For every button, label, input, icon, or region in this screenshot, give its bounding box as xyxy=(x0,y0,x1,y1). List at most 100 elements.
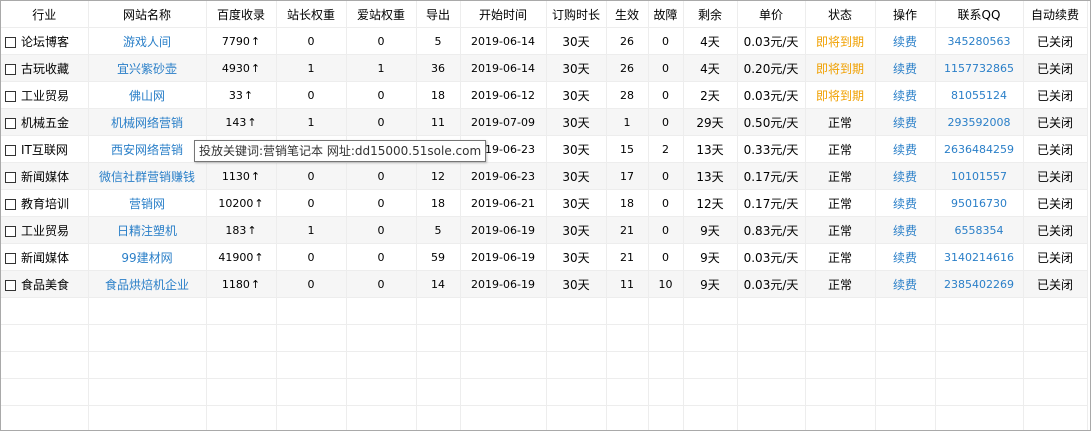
unit-price-text: 0.03元/天 xyxy=(743,34,799,49)
row-checkbox[interactable] xyxy=(5,198,16,210)
contact-qq-link-text[interactable]: 3140214616 xyxy=(944,251,1014,264)
renew-link-text[interactable]: 续费 xyxy=(893,197,917,211)
webmaster-weight: 1 xyxy=(276,216,347,244)
site-name-link-text[interactable]: 日精注塑机 xyxy=(117,224,177,238)
aizhan-weight-text: 0 xyxy=(377,223,385,237)
empty-cell xyxy=(416,351,461,379)
renew-link-text[interactable]: 续费 xyxy=(893,170,917,184)
effective-days-text: 26 xyxy=(620,61,634,75)
renew-link[interactable]: 续费 xyxy=(875,81,936,109)
renew-link-text[interactable]: 续费 xyxy=(893,224,917,238)
site-name-link[interactable]: 游戏人间 xyxy=(88,27,207,55)
contact-qq-link[interactable]: 3140214616 xyxy=(935,243,1024,271)
site-name-link[interactable]: 日精注塑机 xyxy=(88,216,207,244)
row-checkbox[interactable] xyxy=(5,63,16,75)
up-arrow-icon: ↑ xyxy=(250,169,261,183)
start-date-text: 2019-06-19 xyxy=(471,277,535,291)
contact-qq-link[interactable]: 1157732865 xyxy=(935,54,1024,82)
renew-link-text[interactable]: 续费 xyxy=(893,89,917,103)
renew-link[interactable]: 续费 xyxy=(875,189,936,217)
site-name-link[interactable]: 西安网络营销 xyxy=(88,135,207,163)
contact-qq-link[interactable]: 81055124 xyxy=(935,81,1024,109)
site-name-link-text[interactable]: 营销网 xyxy=(129,197,165,211)
order-duration: 30天 xyxy=(546,135,607,163)
renew-link-text[interactable]: 续费 xyxy=(893,278,917,292)
contact-qq-link-text[interactable]: 6558354 xyxy=(955,224,1004,237)
renew-link[interactable]: 续费 xyxy=(875,162,936,190)
contact-qq-link-text[interactable]: 345280563 xyxy=(948,35,1011,48)
row-checkbox[interactable] xyxy=(5,117,16,129)
site-name-link[interactable]: 99建材网 xyxy=(88,243,207,271)
renew-link-text[interactable]: 续费 xyxy=(893,35,917,49)
start-date: 2019-06-14 xyxy=(460,54,547,82)
renew-link[interactable]: 续费 xyxy=(875,216,936,244)
auto-renew-status: 已关闭 xyxy=(1023,270,1088,298)
renew-link[interactable]: 续费 xyxy=(875,108,936,136)
status-badge-text: 即将到期 xyxy=(815,88,864,103)
row-checkbox[interactable] xyxy=(5,90,16,102)
contact-qq-link-text[interactable]: 2636484259 xyxy=(944,143,1014,156)
row-checkbox[interactable] xyxy=(5,225,16,237)
renew-link-text[interactable]: 续费 xyxy=(893,116,917,130)
site-name-link[interactable]: 宜兴紫砂壶 xyxy=(88,54,207,82)
contact-qq-link[interactable]: 95016730 xyxy=(935,189,1024,217)
site-name-link-text[interactable]: 99建材网 xyxy=(121,251,172,265)
contact-qq-link-text[interactable]: 10101557 xyxy=(951,170,1007,183)
export-count-text: 12 xyxy=(431,169,445,183)
column-header: 自动续费 xyxy=(1023,1,1088,28)
status-badge: 即将到期 xyxy=(805,81,876,109)
empty-cell xyxy=(206,324,277,352)
row-checkbox[interactable] xyxy=(5,171,16,183)
column-header: 生效 xyxy=(606,1,649,28)
site-name-link-text[interactable]: 微信社群营销赚钱 xyxy=(99,170,195,184)
site-name-link[interactable]: 佛山网 xyxy=(88,81,207,109)
renew-link[interactable]: 续费 xyxy=(875,243,936,271)
contact-qq-link[interactable]: 345280563 xyxy=(935,27,1024,55)
contact-qq-link[interactable]: 10101557 xyxy=(935,162,1024,190)
row-checkbox[interactable] xyxy=(5,36,16,48)
renew-link-text[interactable]: 续费 xyxy=(893,62,917,76)
contact-qq-link[interactable]: 2385402269 xyxy=(935,270,1024,298)
contact-qq-link[interactable]: 6558354 xyxy=(935,216,1024,244)
site-name-link[interactable]: 食品烘焙机企业 xyxy=(88,270,207,298)
row-checkbox[interactable] xyxy=(5,252,16,264)
start-date: 2019-06-19 xyxy=(460,216,547,244)
contact-qq-link[interactable]: 293592008 xyxy=(935,108,1024,136)
empty-cell xyxy=(276,351,347,379)
status-badge-text: 正常 xyxy=(827,169,852,184)
contact-qq-link[interactable]: 2636484259 xyxy=(935,135,1024,163)
contact-qq-link-text[interactable]: 95016730 xyxy=(951,197,1007,210)
contact-qq-link-text[interactable]: 1157732865 xyxy=(944,62,1014,75)
column-header: 网站名称 xyxy=(88,1,207,28)
industry-text: 古玩收藏 xyxy=(21,61,70,76)
contact-qq-link-text[interactable]: 293592008 xyxy=(948,116,1011,129)
empty-cell xyxy=(683,405,738,430)
site-name-link[interactable]: 微信社群营销赚钱 xyxy=(88,162,207,190)
row-checkbox[interactable] xyxy=(5,279,16,291)
unit-price-text: 0.03元/天 xyxy=(743,250,799,265)
empty-cell xyxy=(935,351,1024,379)
effective-days-text: 28 xyxy=(620,88,634,102)
renew-link[interactable]: 续费 xyxy=(875,54,936,82)
renew-link-text[interactable]: 续费 xyxy=(893,143,917,157)
contact-qq-link-text[interactable]: 2385402269 xyxy=(944,278,1014,291)
site-name-link-text[interactable]: 食品烘焙机企业 xyxy=(105,278,189,292)
site-name-link-text[interactable]: 佛山网 xyxy=(129,89,165,103)
renew-link[interactable]: 续费 xyxy=(875,27,936,55)
unit-price: 0.03元/天 xyxy=(737,81,806,109)
row-checkbox[interactable] xyxy=(5,144,16,156)
empty-cell xyxy=(606,297,649,325)
table-row: 食品美食 食品烘焙机企业 1180↑ 0 0 14 2019-06-19 30天 11 10 9天 0… xyxy=(1,270,1088,298)
site-name-link[interactable]: 营销网 xyxy=(88,189,207,217)
site-name-link[interactable]: 机械网络营销 xyxy=(88,108,207,136)
webmaster-weight: 0 xyxy=(276,243,347,271)
site-name-link-text[interactable]: 机械网络营销 xyxy=(111,116,183,130)
site-name-link-text[interactable]: 西安网络营销 xyxy=(111,143,183,157)
export-count: 36 xyxy=(416,54,461,82)
site-name-link-text[interactable]: 游戏人间 xyxy=(123,35,171,49)
contact-qq-link-text[interactable]: 81055124 xyxy=(951,89,1007,102)
renew-link[interactable]: 续费 xyxy=(875,270,936,298)
site-name-link-text[interactable]: 宜兴紫砂壶 xyxy=(117,62,177,76)
renew-link[interactable]: 续费 xyxy=(875,135,936,163)
renew-link-text[interactable]: 续费 xyxy=(893,251,917,265)
